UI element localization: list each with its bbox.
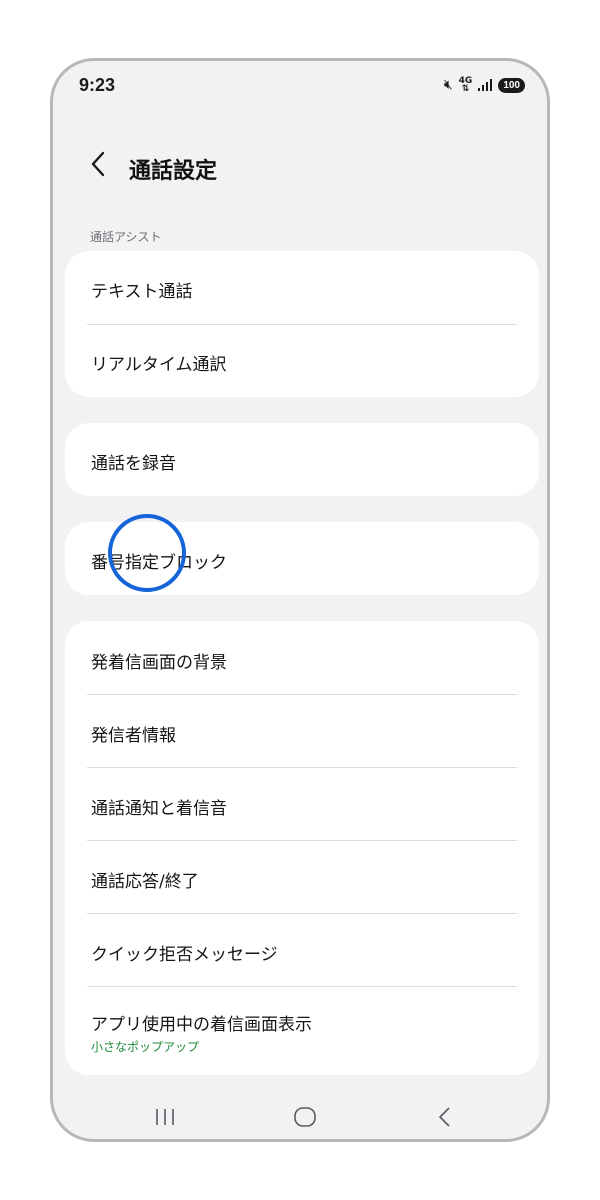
network-4g-icon: 4G ⇅ — [458, 76, 473, 94]
list-item-sublabel: 小さなポップアップ — [91, 1040, 200, 1054]
list-item-label: 通話通知と着信音 — [91, 799, 227, 819]
page-title: 通話設定 — [129, 159, 218, 184]
home-icon — [294, 1107, 316, 1127]
back-icon — [439, 1107, 450, 1127]
list-item-label: 番号指定ブロック — [91, 553, 227, 573]
signal-icon — [478, 79, 493, 91]
list-item-label: アプリ使用中の着信画面表示 — [91, 1015, 312, 1035]
phone-screen: 9:23 🔇︎ 4G ⇅ 100 通話設定 通話アシスト テキスト通話 リアルタイ… — [50, 58, 550, 1142]
list-item-label: 発信者情報 — [91, 726, 176, 746]
list-item-caller-info[interactable]: 発信者情報 — [65, 694, 539, 767]
settings-card-display: 発着信画面の背景 発信者情報 通話通知と着信音 通話応答/終了 クイック拒否メッ… — [65, 621, 539, 1075]
list-item-block-numbers[interactable]: 番号指定ブロック — [65, 522, 539, 595]
list-item-incoming-call-display[interactable]: アプリ使用中の着信画面表示 小さなポップアップ — [65, 986, 539, 1075]
battery-icon: 100 — [498, 77, 525, 93]
list-item-notifications-ringtone[interactable]: 通話通知と着信音 — [65, 767, 539, 840]
status-icons: 🔇︎ 4G ⇅ 100 — [444, 75, 525, 95]
status-time: 9:23 — [79, 75, 116, 95]
list-item-call-background[interactable]: 発着信画面の背景 — [65, 621, 539, 694]
list-item-live-translate[interactable]: リアルタイム通訳 — [65, 324, 539, 397]
settings-card-block: 番号指定ブロック — [65, 522, 539, 595]
settings-card-record: 通話を録音 — [65, 423, 539, 496]
list-item-label: 通話応答/終了 — [91, 872, 199, 892]
chevron-left-icon — [91, 151, 105, 177]
list-item-label: テキスト通話 — [91, 282, 193, 302]
recent-apps-icon — [156, 1109, 174, 1125]
list-item-answer-end[interactable]: 通話応答/終了 — [65, 840, 539, 913]
list-item-label: 発着信画面の背景 — [91, 653, 227, 673]
list-item-label: クイック拒否メッセージ — [91, 945, 278, 965]
list-item-label: 通話を録音 — [91, 454, 176, 474]
mute-icon: 🔇︎ — [443, 77, 453, 93]
list-item-record-calls[interactable]: 通話を録音 — [65, 423, 539, 496]
navigation-bar — [53, 1089, 547, 1139]
home-button[interactable] — [275, 1089, 335, 1139]
section-header-call-assist: 通話アシスト — [90, 230, 162, 244]
back-button[interactable] — [87, 149, 111, 179]
list-item-label: リアルタイム通訳 — [91, 355, 227, 375]
settings-card-assist: テキスト通話 リアルタイム通訳 — [65, 251, 539, 397]
list-item-text-call[interactable]: テキスト通話 — [65, 251, 539, 324]
recent-apps-button[interactable] — [135, 1089, 195, 1139]
list-item-quick-decline[interactable]: クイック拒否メッセージ — [65, 913, 539, 986]
nav-back-button[interactable] — [415, 1089, 475, 1139]
